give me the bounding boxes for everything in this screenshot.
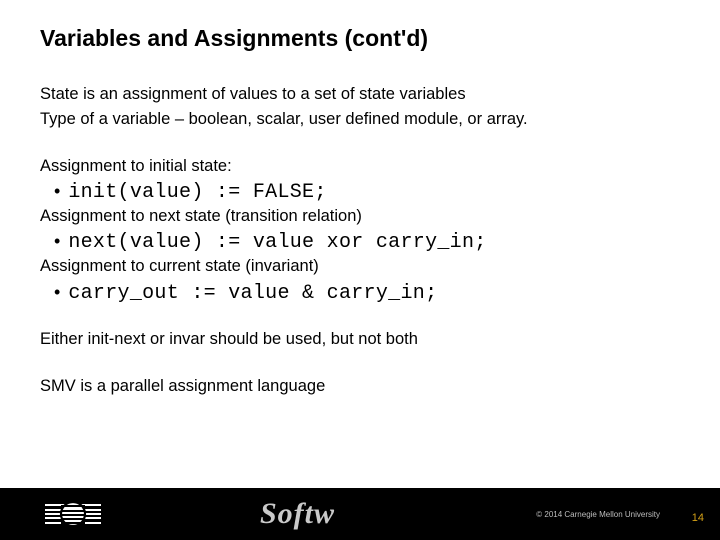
bullet-next-code: • next(value) := value xor carry_in; xyxy=(40,231,680,254)
globe-logo-icon xyxy=(36,495,110,533)
paragraph-state-def: State is an assignment of values to a se… xyxy=(40,84,680,105)
spacer xyxy=(40,134,680,156)
page-number: 14 xyxy=(692,512,704,524)
brand-text: Softw xyxy=(260,497,335,531)
paragraph-next-state: Assignment to next state (transition rel… xyxy=(40,206,680,227)
bullet-invar-code: • carry_out := value & carry_in; xyxy=(40,282,680,305)
paragraph-initial-state: Assignment to initial state: xyxy=(40,156,680,177)
bullet-icon: • xyxy=(54,232,60,250)
code-init: init(value) := FALSE; xyxy=(68,181,326,204)
code-invar: carry_out := value & carry_in; xyxy=(68,282,437,305)
paragraph-current-state: Assignment to current state (invariant) xyxy=(40,256,680,277)
bullet-icon: • xyxy=(54,283,60,301)
spacer xyxy=(40,307,680,329)
bullet-init-code: • init(value) := FALSE; xyxy=(40,181,680,204)
copyright-text: © 2014 Carnegie Mellon University xyxy=(536,510,660,519)
bullet-icon: • xyxy=(54,182,60,200)
slide: Variables and Assignments (cont'd) State… xyxy=(0,0,720,540)
slide-title: Variables and Assignments (cont'd) xyxy=(40,25,680,52)
code-next: next(value) := value xor carry_in; xyxy=(68,231,486,254)
footer-bar: Softw © 2014 Carnegie Mellon University … xyxy=(0,488,720,540)
spacer xyxy=(40,354,680,376)
paragraph-type-def: Type of a variable – boolean, scalar, us… xyxy=(40,109,680,130)
paragraph-either: Either init-next or invar should be used… xyxy=(40,329,680,350)
paragraph-parallel: SMV is a parallel assignment language xyxy=(40,376,680,397)
